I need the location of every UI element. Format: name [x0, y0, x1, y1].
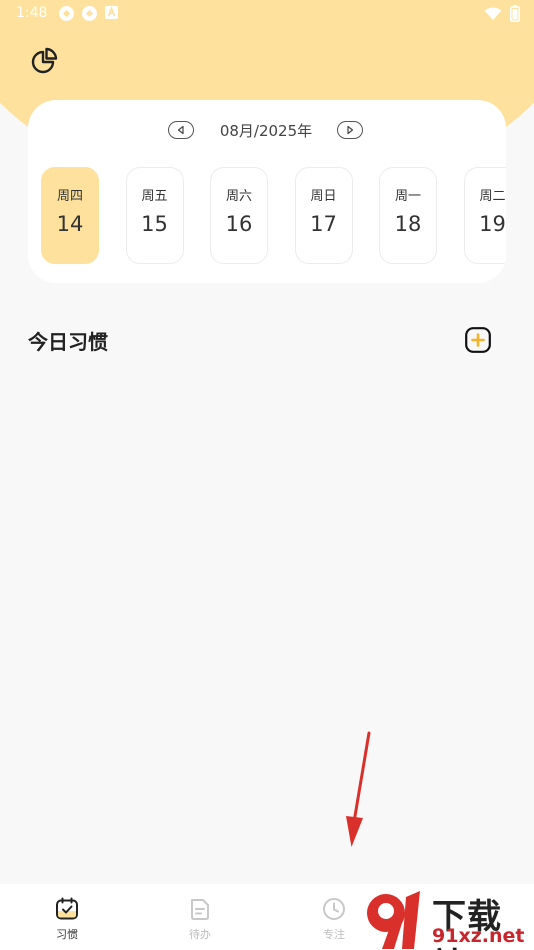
day-weekday: 周六	[225, 189, 252, 204]
day-date: 19	[479, 212, 506, 236]
nav-tab-label: 待办	[189, 928, 211, 941]
nav-tab-label: 习惯	[56, 928, 78, 941]
day-weekday: 周日	[310, 189, 337, 204]
month-label: 08月/2025年	[219, 122, 313, 140]
chevron-right-icon	[347, 125, 354, 135]
next-month-button[interactable]	[337, 121, 363, 139]
screen: 1:48 08月/2025年 周四 14 周五 15 周六 16 周日 17 周…	[0, 0, 534, 950]
add-habit-button[interactable]	[465, 327, 491, 353]
day-cell-18[interactable]: 周一 18	[379, 167, 437, 264]
status-bar: 1:48	[0, 0, 534, 28]
battery-icon	[510, 5, 520, 26]
day-weekday: 周四	[56, 189, 83, 204]
day-weekday: 周一	[394, 189, 421, 204]
nav-tab-habits[interactable]: 习惯	[27, 884, 107, 950]
day-date: 15	[141, 212, 168, 236]
status-time: 1:48	[16, 5, 48, 21]
statistics-pie-icon[interactable]	[30, 46, 60, 76]
status-system-icons	[484, 5, 520, 26]
day-cell-16[interactable]: 周六 16	[210, 167, 268, 264]
day-cell-19[interactable]: 周二 19	[463, 167, 506, 264]
todo-doc-icon	[191, 899, 209, 920]
font-notification-icon	[104, 5, 121, 22]
day-cell-14[interactable]: 周四 14	[41, 167, 99, 264]
site-watermark: 下载站 91xz.net	[362, 887, 534, 950]
plus-square-icon	[465, 327, 491, 353]
day-date: 16	[225, 212, 253, 236]
app-notification-icon	[81, 5, 98, 22]
clock-icon	[323, 898, 345, 920]
today-habits-title: 今日习惯	[28, 330, 108, 354]
status-notification-icons	[58, 5, 121, 22]
nav-tab-label: 专注	[323, 928, 345, 941]
chevron-left-icon	[177, 125, 184, 135]
calendar-card: 08月/2025年 周四 14 周五 15 周六 16 周日 17 周一 18 …	[28, 100, 506, 283]
app-notification-icon	[58, 5, 75, 22]
wifi-icon	[484, 7, 502, 25]
day-cell-15[interactable]: 周五 15	[125, 167, 184, 264]
week-day-strip: 周四 14 周五 15 周六 16 周日 17 周一 18 周二 19	[41, 167, 506, 264]
day-cell-17[interactable]: 周日 17	[294, 167, 353, 264]
day-date: 18	[394, 212, 422, 236]
month-selector: 08月/2025年	[28, 120, 506, 142]
day-weekday: 周五	[141, 189, 168, 204]
previous-month-button[interactable]	[168, 121, 194, 139]
day-date: 14	[56, 212, 84, 236]
habit-calendar-icon	[56, 897, 78, 920]
annotation-arrow-icon	[340, 730, 380, 850]
day-weekday: 周二	[479, 189, 506, 204]
watermark-logo-icon	[367, 891, 420, 949]
watermark-url: 91xz.net	[432, 925, 525, 947]
day-date: 17	[310, 212, 337, 236]
nav-tab-todo[interactable]: 待办	[160, 884, 240, 950]
